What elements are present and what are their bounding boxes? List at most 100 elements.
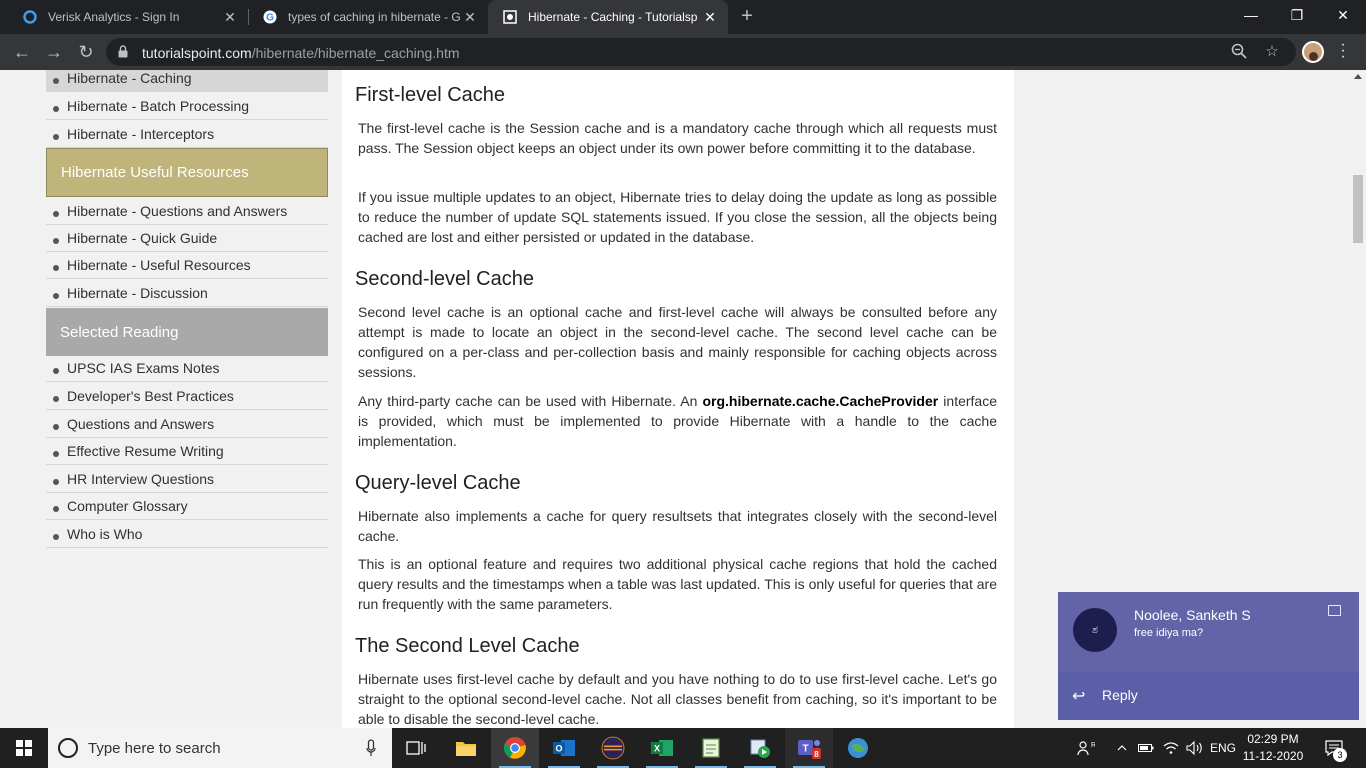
- sidebar-item-quick-guide[interactable]: Hibernate - Quick Guide: [46, 224, 328, 252]
- paragraph: The first-level cache is the Session cac…: [358, 120, 997, 156]
- heading-query-level-cache: Query-level Cache: [355, 472, 521, 494]
- sidebar-item-label: HR Interview Questions: [67, 470, 215, 487]
- start-button[interactable]: [0, 728, 48, 768]
- sender-name: Noolee, Sanketh S: [1134, 607, 1251, 623]
- outlook-icon[interactable]: O: [540, 728, 588, 768]
- taskbar-search[interactable]: Type here to search: [48, 728, 392, 768]
- sidebar-item-discussion[interactable]: Hibernate - Discussion: [46, 279, 328, 307]
- sidebar-item-label: Effective Resume Writing: [67, 442, 224, 459]
- forward-arrow-icon[interactable]: →: [42, 40, 66, 64]
- action-center-icon[interactable]: [1318, 728, 1350, 768]
- zoom-icon[interactable]: [1230, 43, 1248, 61]
- address-bar[interactable]: tutorialspoint.com/hibernate/hibernate_c…: [106, 38, 1296, 66]
- google-g-icon: G: [262, 9, 278, 25]
- bullet-icon: [53, 367, 59, 374]
- media-icon[interactable]: [736, 728, 784, 768]
- sidebar-item-label: Hibernate - Questions and Answers: [67, 202, 288, 219]
- bullet-icon: [53, 478, 59, 485]
- reload-icon[interactable]: ↻: [74, 40, 98, 64]
- sidebar-item-label: UPSC IAS Exams Notes: [67, 359, 220, 376]
- bullet-icon: [53, 237, 59, 244]
- paragraph: This is an optional feature and requires…: [358, 556, 997, 612]
- sidebar-item-interceptors[interactable]: Hibernate - Interceptors: [46, 120, 328, 148]
- tab-title: types of caching in hibernate - G: [288, 10, 460, 24]
- svg-text:X: X: [654, 744, 660, 754]
- restore-button[interactable]: ❐: [1274, 0, 1320, 30]
- windows-taskbar: Type here to search O X T8 R ENG 02:29 P…: [0, 728, 1366, 768]
- close-icon[interactable]: ✕: [222, 9, 238, 25]
- chrome-icon[interactable]: [491, 728, 539, 768]
- sidebar-item-questions-and-answers[interactable]: Questions and Answers: [46, 410, 328, 438]
- heading-second-level-cache: Second-level Cache: [355, 268, 534, 290]
- reply-bar[interactable]: ↩ Reply: [1058, 672, 1359, 720]
- sidebar-item-caching[interactable]: Hibernate - Caching: [46, 70, 328, 92]
- excel-icon[interactable]: X: [638, 728, 686, 768]
- wifi-icon[interactable]: [1160, 728, 1182, 768]
- svg-text:G: G: [266, 13, 274, 24]
- message-preview: free idiya ma?: [1134, 627, 1204, 639]
- sidebar-item-upsc-notes[interactable]: UPSC IAS Exams Notes: [46, 354, 328, 382]
- sidebar-item-label: Computer Glossary: [67, 497, 188, 514]
- scroll-thumb[interactable]: [1353, 175, 1363, 243]
- sidebar-item-label: Hibernate - Discussion: [67, 284, 208, 301]
- close-icon[interactable]: ✕: [702, 9, 718, 25]
- bullet-icon: [53, 505, 59, 512]
- chat-icon: [1328, 605, 1341, 616]
- bullet-icon: [53, 292, 59, 299]
- code-term: org.hibernate.cache.CacheProvider: [702, 393, 939, 409]
- tab-title: Hibernate - Caching - Tutorialsp: [528, 10, 698, 24]
- network-globe-icon[interactable]: [834, 728, 882, 768]
- system-clock[interactable]: 02:29 PM 11-12-2020: [1240, 731, 1306, 765]
- close-window-button[interactable]: ✕: [1320, 0, 1366, 30]
- tab-strip: Verisk Analytics - Sign In ✕ G types of …: [0, 0, 1366, 34]
- tab-verisk[interactable]: Verisk Analytics - Sign In ✕: [8, 0, 248, 34]
- toast-body[interactable]: ಶ Noolee, Sanketh S free idiya ma?: [1058, 592, 1359, 672]
- sidebar-item-best-practices[interactable]: Developer's Best Practices: [46, 382, 328, 410]
- volume-icon[interactable]: [1184, 728, 1206, 768]
- bookmark-star-icon[interactable]: ☆: [1263, 43, 1281, 61]
- show-hidden-icons-chevron-icon[interactable]: [1112, 728, 1132, 768]
- notepad-icon[interactable]: [687, 728, 735, 768]
- bullet-icon: [53, 450, 59, 457]
- bullet-icon: [53, 533, 59, 540]
- url-path: /hibernate/hibernate_caching.htm: [251, 45, 460, 61]
- file-explorer-icon[interactable]: [442, 728, 490, 768]
- tab-title: Verisk Analytics - Sign In: [48, 10, 180, 24]
- more-menu-icon[interactable]: · · ·: [1340, 37, 1346, 65]
- language-indicator[interactable]: ENG: [1208, 728, 1238, 768]
- sidebar-header-selected-reading: Selected Reading: [46, 308, 328, 356]
- back-arrow-icon[interactable]: ←: [10, 40, 34, 64]
- eclipse-icon[interactable]: [589, 728, 637, 768]
- sidebar-item-useful-resources[interactable]: Hibernate - Useful Resources: [46, 251, 328, 279]
- sidebar-item-computer-glossary[interactable]: Computer Glossary: [46, 492, 328, 520]
- profile-avatar[interactable]: [1302, 41, 1324, 63]
- sidebar-item-questions-answers[interactable]: Hibernate - Questions and Answers: [46, 197, 328, 225]
- scroll-up-arrow-icon[interactable]: [1354, 74, 1362, 79]
- sidebar-item-hr-interview[interactable]: HR Interview Questions: [46, 465, 328, 493]
- microphone-icon[interactable]: [366, 739, 376, 757]
- sender-avatar: ಶ: [1073, 608, 1117, 652]
- teams-icon[interactable]: T8: [785, 728, 833, 768]
- clock-date: 11-12-2020: [1242, 749, 1304, 763]
- reply-button[interactable]: Reply: [1102, 687, 1138, 703]
- teams-notification-toast[interactable]: ಶ Noolee, Sanketh S free idiya ma? ↩ Rep…: [1058, 592, 1359, 720]
- close-icon[interactable]: ✕: [462, 9, 478, 25]
- sidebar-item-label: Questions and Answers: [67, 415, 215, 432]
- article-content: First-level Cache The first-level cache …: [342, 70, 1014, 728]
- teams-badge: 8: [814, 750, 819, 759]
- tab-google-search[interactable]: G types of caching in hibernate - G ✕: [248, 0, 488, 34]
- sidebar-item-who-is-who[interactable]: Who is Who: [46, 520, 328, 548]
- battery-icon[interactable]: [1136, 728, 1156, 768]
- sidebar-item-batch-processing[interactable]: Hibernate - Batch Processing: [46, 92, 328, 120]
- sidebar-item-label: Hibernate - Caching: [67, 70, 192, 86]
- minimize-button[interactable]: —: [1228, 0, 1274, 30]
- people-icon[interactable]: R: [1074, 728, 1098, 768]
- new-tab-button[interactable]: +: [736, 6, 758, 28]
- paragraph: Hibernate uses first-level cache by defa…: [358, 671, 997, 727]
- task-view-icon[interactable]: [392, 728, 440, 768]
- tutorialspoint-icon: [502, 9, 518, 25]
- tab-hibernate-caching[interactable]: Hibernate - Caching - Tutorialsp ✕: [488, 0, 728, 34]
- sidebar-item-label: Developer's Best Practices: [67, 387, 234, 404]
- sidebar-item-resume-writing[interactable]: Effective Resume Writing: [46, 437, 328, 465]
- sidebar-header-useful-resources: Hibernate Useful Resources: [46, 148, 328, 197]
